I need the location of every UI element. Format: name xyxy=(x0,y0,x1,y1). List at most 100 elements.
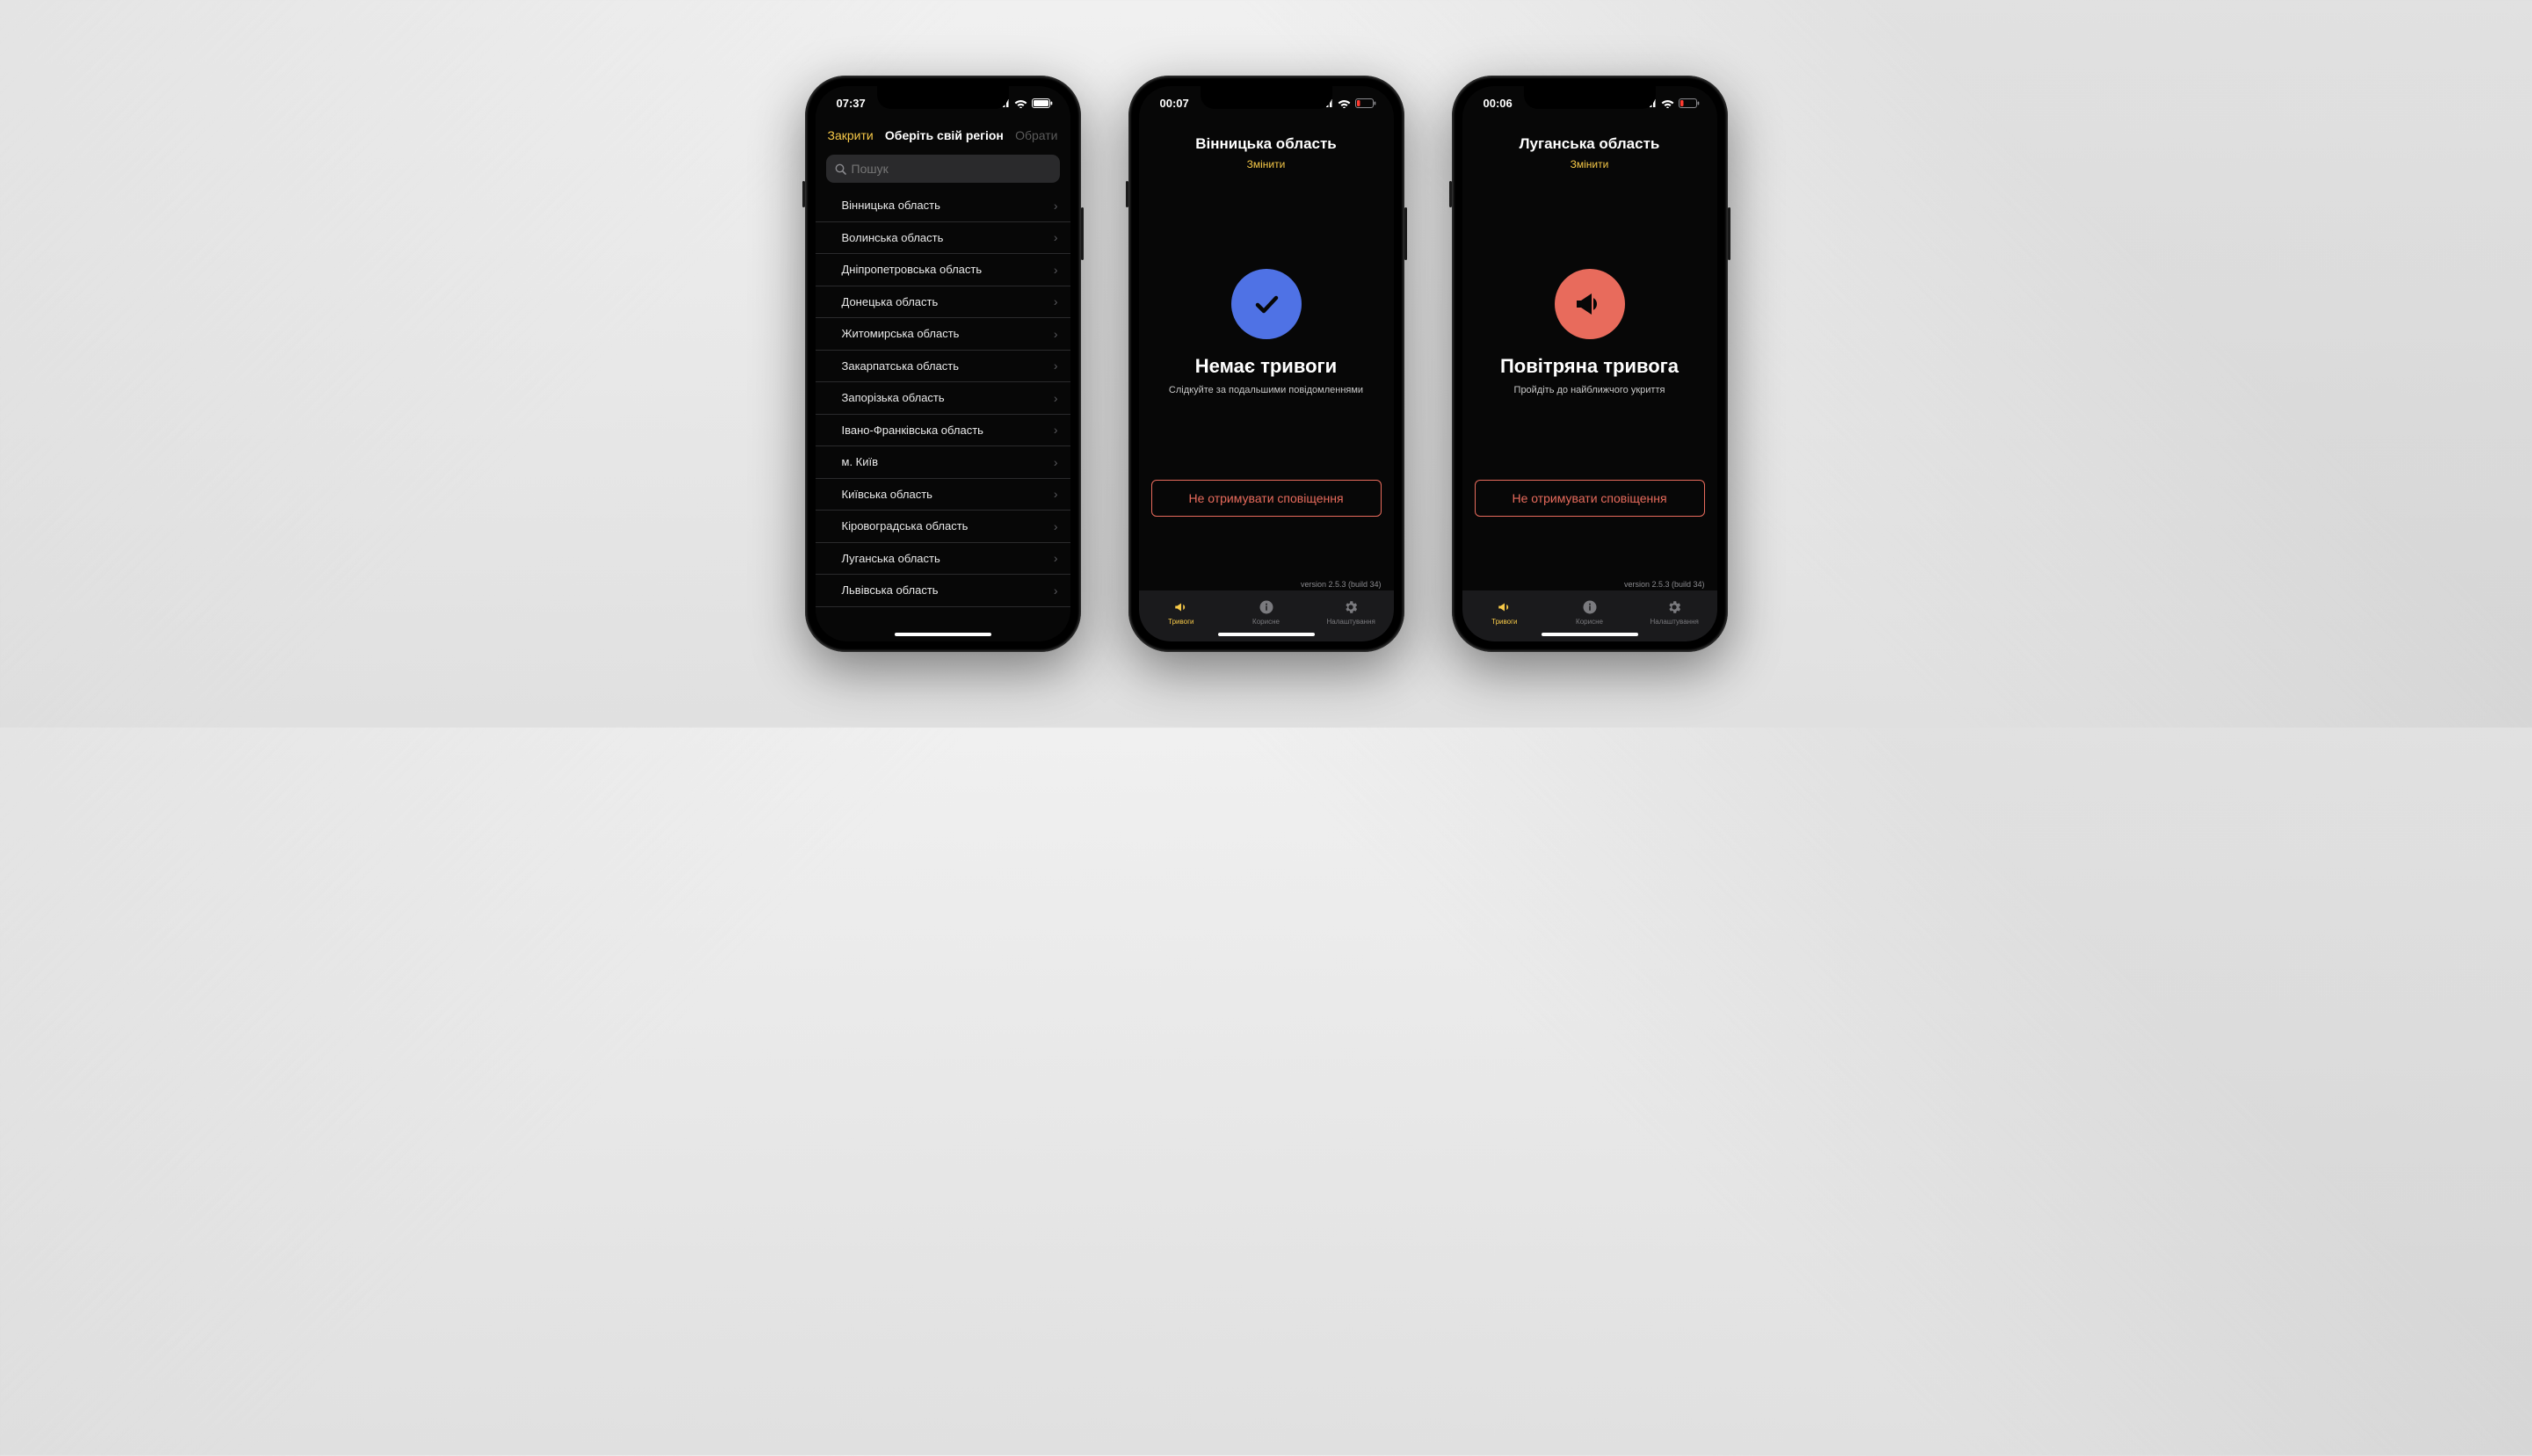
status-time: 00:07 xyxy=(1160,97,1189,110)
info-icon xyxy=(1582,599,1598,615)
chevron-right-icon: › xyxy=(1054,327,1058,341)
region-row[interactable]: Івано-Франківська область› xyxy=(816,415,1070,447)
tab-settings[interactable]: Налаштування xyxy=(1632,590,1717,634)
tab-useful[interactable]: Корисне xyxy=(1547,590,1632,634)
region-row[interactable]: Закарпатська область › xyxy=(816,351,1070,383)
chevron-right-icon: › xyxy=(1054,455,1058,469)
region-label: Житомирська область xyxy=(842,327,960,340)
home-indicator[interactable] xyxy=(1218,633,1315,636)
status-subtitle: Слідкуйте за подальшими повідомленнями xyxy=(1169,385,1363,395)
tab-label: Тривоги xyxy=(1168,618,1193,626)
screen-no-alert: 00:07 Вінницька область Змінити Немає тр… xyxy=(1139,86,1394,641)
gear-icon xyxy=(1343,599,1359,615)
region-label: м. Київ xyxy=(842,455,879,468)
region-row[interactable]: Житомирська область › xyxy=(816,318,1070,351)
button-label: Не отримувати сповіщення xyxy=(1188,491,1343,505)
tab-label: Налаштування xyxy=(1327,618,1375,626)
gear-icon xyxy=(1666,599,1682,615)
tab-label: Корисне xyxy=(1252,618,1280,626)
status-time: 07:37 xyxy=(837,97,866,110)
chevron-right-icon: › xyxy=(1054,487,1058,501)
screen-air-alert: 00:06 Луганська область Змінити Повітрян… xyxy=(1462,86,1717,641)
close-button[interactable]: Закрити xyxy=(828,128,874,142)
region-list[interactable]: Вінницька область›Волинська область›Дніп… xyxy=(816,190,1070,641)
region-label: Дніпропетровська область xyxy=(842,263,983,276)
select-button[interactable]: Обрати xyxy=(1015,128,1057,142)
version-label: version 2.5.3 (build 34) xyxy=(1139,575,1394,590)
phone-mockup-3: 00:06 Луганська область Змінити Повітрян… xyxy=(1452,76,1728,652)
header: Луганська область Змінити xyxy=(1462,120,1717,172)
change-region-link[interactable]: Змінити xyxy=(1247,158,1286,170)
notch xyxy=(1524,86,1656,109)
wifi-icon xyxy=(1014,98,1027,108)
battery-low-icon xyxy=(1679,98,1700,108)
tab-label: Тривоги xyxy=(1491,618,1517,626)
region-row[interactable]: Київська область › xyxy=(816,479,1070,511)
mute-notifications-button[interactable]: Не отримувати сповіщення xyxy=(1151,480,1382,517)
region-row[interactable]: м. Київ › xyxy=(816,446,1070,479)
region-row[interactable]: Волинська область › xyxy=(816,222,1070,255)
region-row[interactable]: Запорізька область › xyxy=(816,382,1070,415)
status-block: Повітряна тривога Пройдіть до найближчог… xyxy=(1462,269,1717,395)
notch xyxy=(877,86,1009,109)
check-icon xyxy=(1249,286,1284,322)
region-title: Луганська область xyxy=(1462,135,1717,153)
info-icon xyxy=(1259,599,1274,615)
chevron-right-icon: › xyxy=(1054,519,1058,533)
region-label: Івано-Франківська область xyxy=(842,424,983,437)
search-box[interactable] xyxy=(826,155,1060,183)
header: Вінницька область Змінити xyxy=(1139,120,1394,172)
modal-navbar: Закрити Оберіть свій регіон Обрати xyxy=(816,120,1070,151)
tab-useful[interactable]: Корисне xyxy=(1223,590,1309,634)
chevron-right-icon: › xyxy=(1054,230,1058,244)
region-label: Кіровоградська область xyxy=(842,519,969,532)
tab-settings[interactable]: Налаштування xyxy=(1309,590,1394,634)
tab-label: Налаштування xyxy=(1651,618,1699,626)
status-alert-icon xyxy=(1555,269,1625,339)
tab-alerts[interactable]: Тривоги xyxy=(1139,590,1224,634)
chevron-right-icon: › xyxy=(1054,294,1058,308)
chevron-right-icon: › xyxy=(1054,263,1058,277)
home-indicator[interactable] xyxy=(895,633,991,636)
button-label: Не отримувати сповіщення xyxy=(1512,491,1666,505)
region-label: Волинська область xyxy=(842,231,944,244)
tab-alerts[interactable]: Тривоги xyxy=(1462,590,1548,634)
chevron-right-icon: › xyxy=(1054,583,1058,598)
region-label: Донецька область xyxy=(842,295,939,308)
region-row[interactable]: Луганська область › xyxy=(816,543,1070,576)
mute-notifications-button[interactable]: Не отримувати сповіщення xyxy=(1475,480,1705,517)
region-row[interactable]: Кіровоградська область › xyxy=(816,511,1070,543)
search-icon xyxy=(835,163,846,175)
status-block: Немає тривоги Слідкуйте за подальшими по… xyxy=(1139,269,1394,395)
region-label: Луганська область xyxy=(842,552,940,565)
chevron-right-icon: › xyxy=(1054,391,1058,405)
chevron-right-icon: › xyxy=(1054,359,1058,373)
region-label: Львівська область xyxy=(842,583,939,597)
chevron-right-icon: › xyxy=(1054,199,1058,213)
region-row[interactable]: Львівська область › xyxy=(816,575,1070,607)
region-row[interactable]: Вінницька область › xyxy=(816,190,1070,222)
wifi-icon xyxy=(1661,98,1674,108)
battery-full-icon xyxy=(1032,98,1053,108)
region-label: Київська область xyxy=(842,488,932,501)
region-label: Закарпатська область xyxy=(842,359,960,373)
megaphone-icon xyxy=(1173,599,1189,615)
region-label: Запорізька область xyxy=(842,391,945,404)
status-ok-icon xyxy=(1231,269,1302,339)
region-row[interactable]: Дніпропетровська область › xyxy=(816,254,1070,286)
status-time: 00:06 xyxy=(1484,97,1513,110)
megaphone-icon xyxy=(1497,599,1513,615)
region-row[interactable]: Донецька область › xyxy=(816,286,1070,319)
screen-region-picker: 07:37 Закрити Оберіть свій регіон Обрати… xyxy=(816,86,1070,641)
region-label: Вінницька область xyxy=(842,199,940,212)
wifi-icon xyxy=(1338,98,1351,108)
tab-label: Корисне xyxy=(1576,618,1603,626)
home-indicator[interactable] xyxy=(1542,633,1638,636)
chevron-right-icon: › xyxy=(1054,551,1058,565)
status-subtitle: Пройдіть до найближчого укриття xyxy=(1514,385,1665,395)
search-input[interactable] xyxy=(852,162,1051,176)
version-label: version 2.5.3 (build 34) xyxy=(1462,575,1717,590)
change-region-link[interactable]: Змінити xyxy=(1571,158,1609,170)
status-title: Немає тривоги xyxy=(1195,355,1337,378)
battery-low-icon xyxy=(1355,98,1376,108)
